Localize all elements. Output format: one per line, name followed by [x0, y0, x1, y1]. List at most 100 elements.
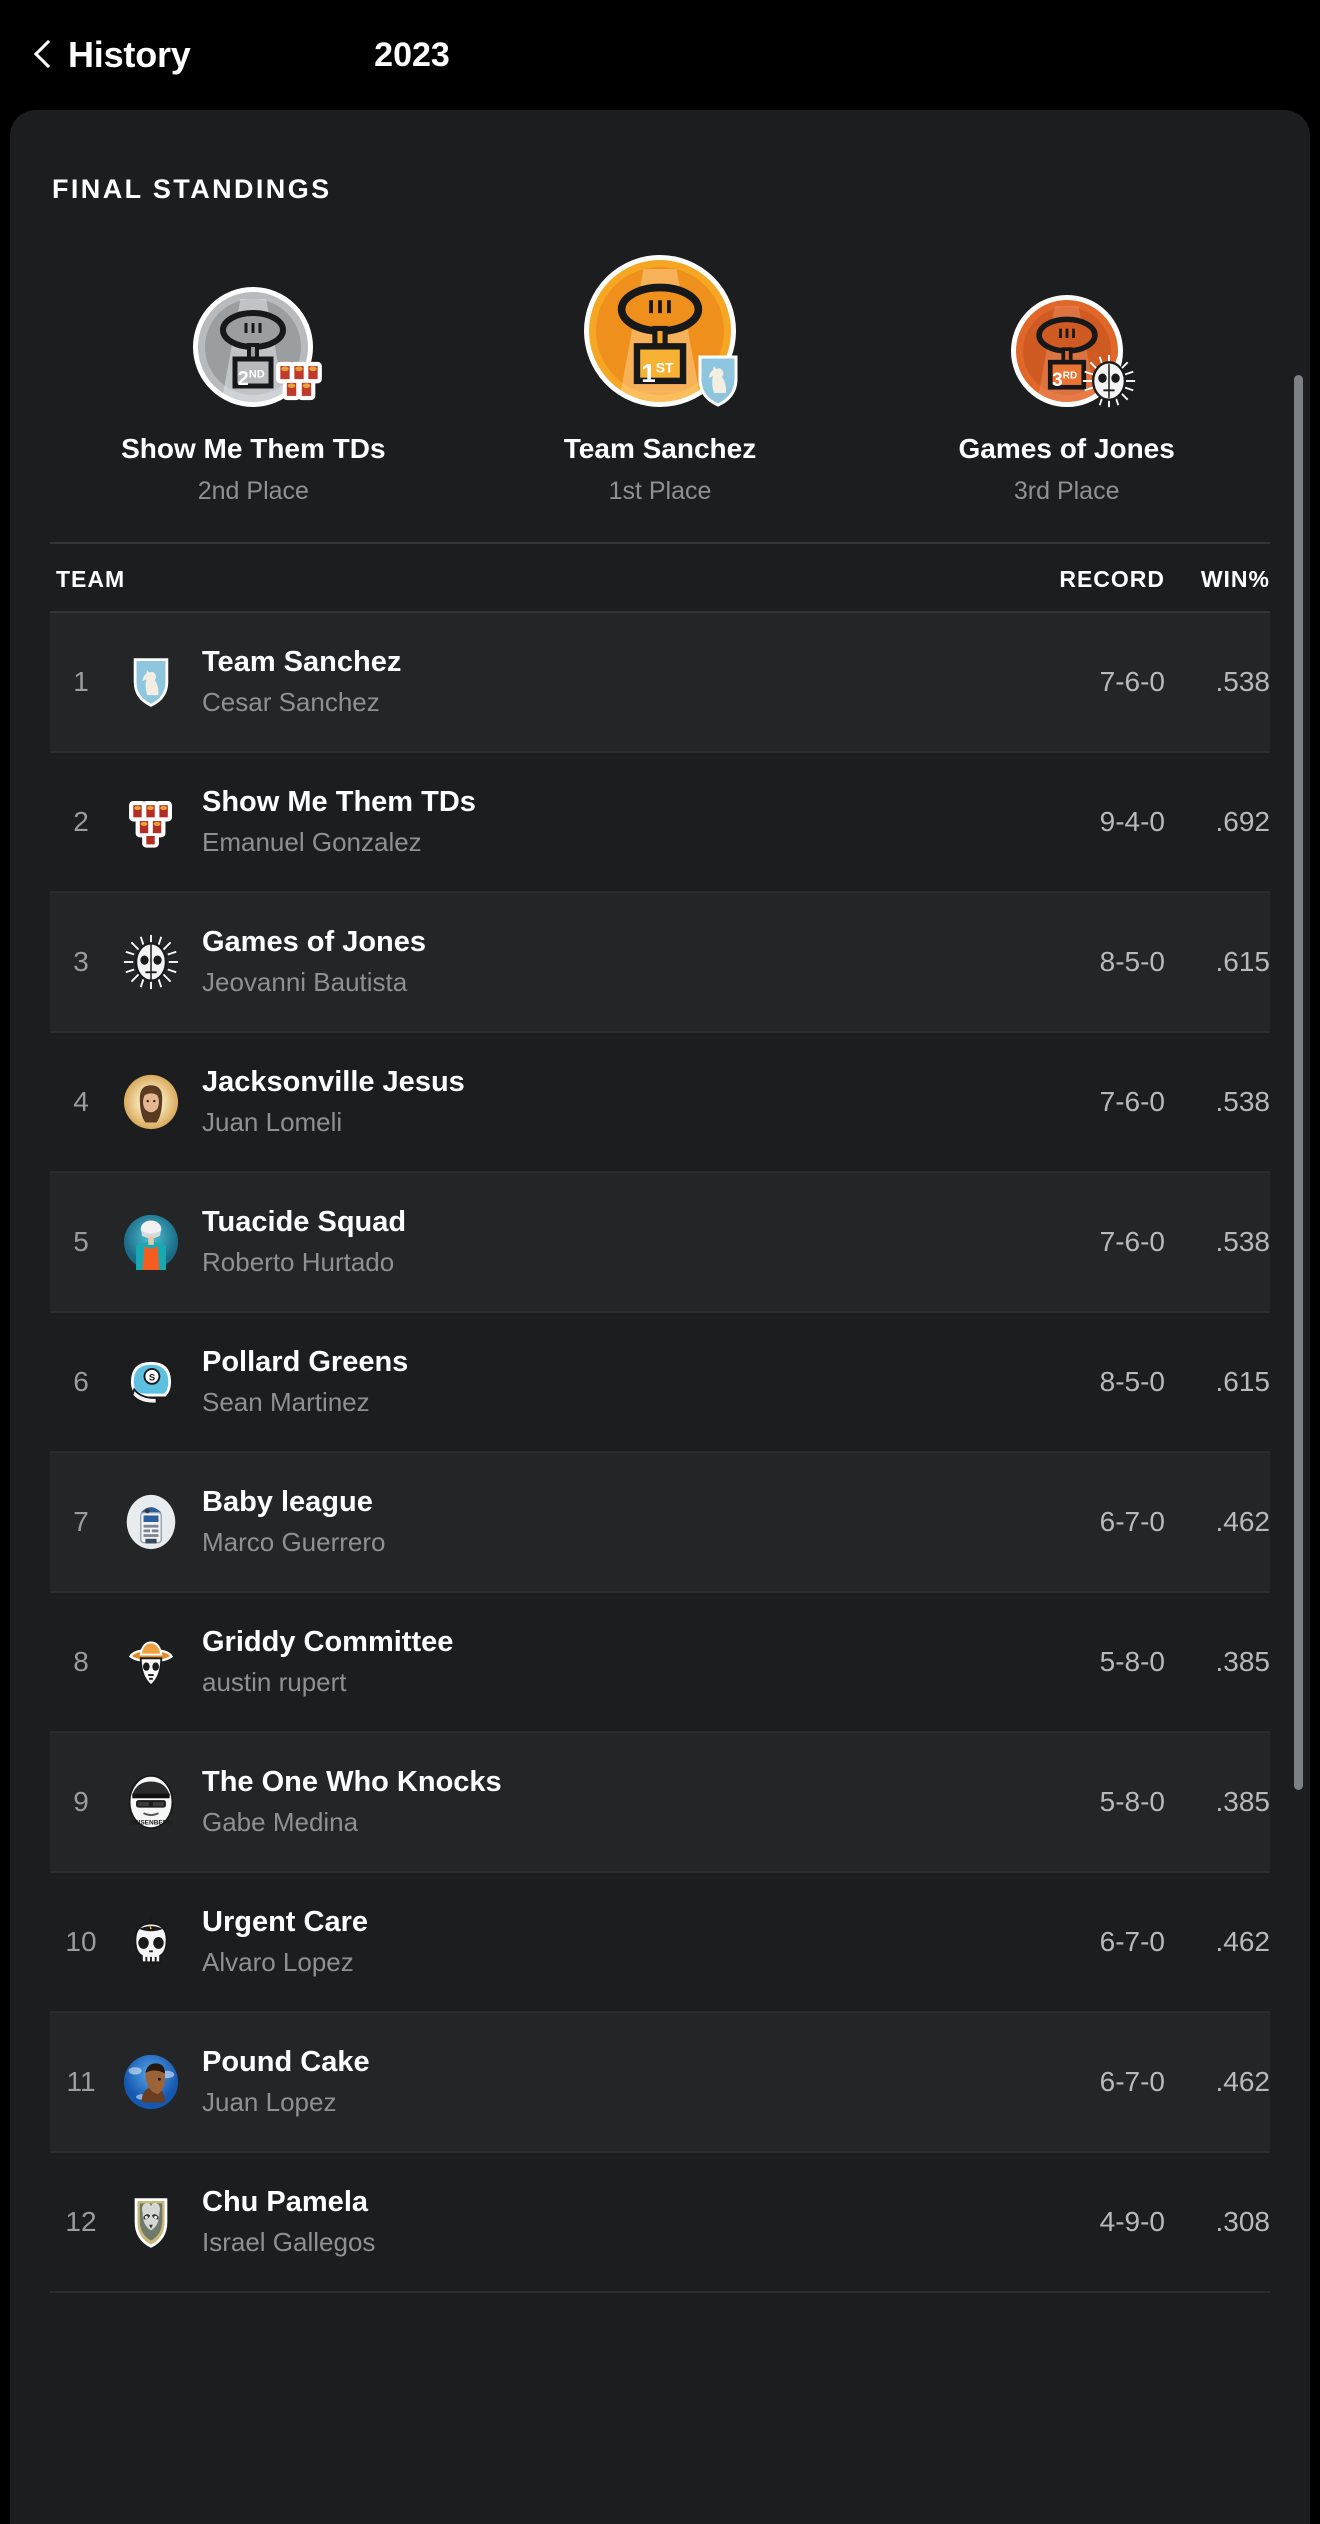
- row-team-name: Team Sanchez: [202, 646, 402, 678]
- podium-badge-third: 3RD: [1010, 295, 1135, 408]
- row-owner-name: Gabe Medina: [202, 1807, 359, 1837]
- row-avatar: [112, 794, 190, 850]
- row-win-pct: .615: [1215, 946, 1271, 977]
- podium-place-label: 1st Place: [608, 477, 712, 505]
- row-record: 8-5-0: [1099, 1366, 1165, 1397]
- table-row[interactable]: 8 Griddy Committee austin rupert 5-8-0 .385: [50, 1593, 1270, 1733]
- row-owner-name: Juan Lomeli: [202, 1107, 343, 1137]
- row-record: 4-9-0: [1099, 2206, 1165, 2237]
- row-team-info: Games of Jones Jeovanni Bautista: [190, 926, 980, 998]
- row-team-info: Griddy Committee austin rupert: [190, 1626, 980, 1698]
- row-record: 6-7-0: [1099, 1926, 1165, 1957]
- column-header-record: RECORD: [1059, 566, 1165, 592]
- podium-team-name: Show Me Them TDs: [121, 433, 386, 464]
- row-team-name: Urgent Care: [202, 1906, 368, 1938]
- row-win-pct: .538: [1215, 1226, 1271, 1257]
- row-owner-name: Sean Martinez: [202, 1387, 370, 1417]
- row-team-name: The One Who Knocks: [202, 1766, 502, 1798]
- standings-table: 1 Team Sanchez Cesar Sanchez 7-6-0 .538 2 Show…: [50, 613, 1270, 2293]
- table-row[interactable]: 12 Chu Pamela Israel Gallegos 4-9-0 .308: [50, 2153, 1270, 2293]
- medal-place-number: 3: [1052, 370, 1063, 391]
- scrollbar-thumb[interactable]: [1294, 375, 1303, 1790]
- row-win-pct: .462: [1215, 2066, 1271, 2097]
- standings-card: FINAL STANDINGS 2ND Show Me Them TDs 2nd…: [10, 110, 1310, 2524]
- podium-badge-second: 2ND: [193, 287, 323, 407]
- table-row[interactable]: 6 S Pollard Greens Sean Martinez 8-5-0 .615: [50, 1313, 1270, 1453]
- page-title: 2023: [374, 35, 450, 74]
- row-team-name: Show Me Them TDs: [202, 786, 476, 818]
- svg-text:S: S: [149, 1373, 155, 1383]
- podium-item-first[interactable]: 1ST Team Sanchez 1st Place: [457, 255, 864, 506]
- row-record: 8-5-0: [1099, 946, 1165, 977]
- row-record: 5-8-0: [1099, 1786, 1165, 1817]
- skull-icon: [133, 1916, 169, 1964]
- podium-team-name: Team Sanchez: [563, 433, 757, 464]
- column-header-win-pct: WIN%: [1200, 566, 1270, 592]
- football-helmet-icon: S: [130, 1361, 172, 1405]
- section-title: FINAL STANDINGS: [52, 174, 332, 204]
- row-team-name: Games of Jones: [202, 926, 427, 958]
- row-team-name: Jacksonville Jesus: [202, 1066, 465, 1098]
- row-win-pct: .615: [1215, 1366, 1271, 1397]
- jesus-portrait-icon: [123, 1074, 179, 1130]
- medal-place-number: 2: [237, 368, 249, 390]
- row-record: 6-7-0: [1099, 1506, 1165, 1537]
- beer-pong-cups-icon: [129, 801, 172, 848]
- row-rank: 3: [73, 946, 89, 977]
- row-win-pct: .538: [1215, 666, 1271, 697]
- table-row[interactable]: 7 Baby league Marco Guerrero 6-7-0 .462: [50, 1453, 1270, 1593]
- table-row[interactable]: 5 Tuacide Squad Roberto Hurtado 7-6-0 .538: [50, 1173, 1270, 1313]
- podium: 2ND Show Me Them TDs 2nd Place 1ST Team …: [10, 205, 1310, 506]
- medal-place-ordinal: ND: [248, 368, 265, 381]
- row-team-name: Tuacide Squad: [202, 1206, 407, 1238]
- row-avatar: [112, 1914, 190, 1970]
- beer-pong-cups-icon: [276, 361, 323, 401]
- row-record: 9-4-0: [1099, 806, 1165, 837]
- row-rank: 10: [65, 1926, 97, 1957]
- podium-team-name: Games of Jones: [958, 433, 1175, 464]
- row-owner-name: Cesar Sanchez: [202, 687, 380, 717]
- table-row[interactable]: 4 Jacksonville Jesus Juan Lomeli 7-6-0 .538: [50, 1033, 1270, 1173]
- row-team-info: Baby league Marco Guerrero: [190, 1486, 980, 1558]
- row-owner-name: Alvaro Lopez: [202, 1947, 354, 1977]
- row-avatar: [112, 2054, 190, 2110]
- row-team-info: Urgent Care Alvaro Lopez: [190, 1906, 980, 1978]
- row-team-info: The One Who Knocks Gabe Medina: [190, 1766, 980, 1838]
- row-rank: 12: [65, 2206, 97, 2237]
- row-rank: 11: [66, 2066, 96, 2097]
- row-rank: 9: [73, 1786, 89, 1817]
- row-team-info: Jacksonville Jesus Juan Lomeli: [190, 1066, 980, 1138]
- row-rank: 7: [73, 1506, 89, 1537]
- podium-item-third[interactable]: 3RD Games of Jones 3rd Place: [863, 295, 1270, 506]
- row-owner-name: Marco Guerrero: [202, 1527, 386, 1557]
- raccoon-shield-icon: [134, 2198, 168, 2248]
- cowboy-skull-icon: [128, 1641, 174, 1687]
- drake-portrait-icon: [123, 2054, 179, 2110]
- row-avatar: S: [112, 1354, 190, 1410]
- row-avatar: [112, 2194, 190, 2250]
- podium-item-second[interactable]: 2ND Show Me Them TDs 2nd Place: [50, 287, 457, 506]
- table-row[interactable]: 10 Urgent Care Alvaro Lopez 6-7-0 .462: [50, 1873, 1270, 2013]
- row-team-info: Pound Cake Juan Lopez: [190, 2046, 980, 2118]
- row-rank: 5: [73, 1226, 89, 1257]
- row-record: 7-6-0: [1099, 1226, 1165, 1257]
- row-avatar: [112, 934, 190, 990]
- row-team-name: Griddy Committee: [202, 1626, 454, 1658]
- row-record: 5-8-0: [1099, 1646, 1165, 1677]
- row-owner-name: austin rupert: [202, 1667, 347, 1697]
- navigation-bar: History 2023: [0, 0, 1320, 110]
- table-row[interactable]: 9 HEISENBERG The One Who Knocks Gabe Medina…: [50, 1733, 1270, 1873]
- row-team-info: Tuacide Squad Roberto Hurtado: [190, 1206, 980, 1278]
- svg-text:HEISENBERG: HEISENBERG: [129, 1819, 172, 1826]
- blue-shield-knight-icon: [698, 355, 738, 407]
- table-row[interactable]: 1 Team Sanchez Cesar Sanchez 7-6-0 .538: [50, 613, 1270, 753]
- row-team-info: Pollard Greens Sean Martinez: [190, 1346, 980, 1418]
- row-avatar: [112, 1494, 190, 1550]
- row-owner-name: Roberto Hurtado: [202, 1247, 395, 1277]
- table-row[interactable]: 3 Games of Jones Jeovanni Bautista 8-5-0 .61…: [50, 893, 1270, 1033]
- table-row[interactable]: 2 Show Me Them TDs Emanuel Gonzalez 9-4-0 .6…: [50, 753, 1270, 893]
- row-owner-name: Jeovanni Bautista: [202, 967, 408, 997]
- table-row[interactable]: 11 Pound Cake Juan Lopez 6-7-0 .462: [50, 2013, 1270, 2153]
- heisenberg-icon: HEISENBERG: [128, 1774, 174, 1830]
- row-avatar: [112, 1214, 190, 1270]
